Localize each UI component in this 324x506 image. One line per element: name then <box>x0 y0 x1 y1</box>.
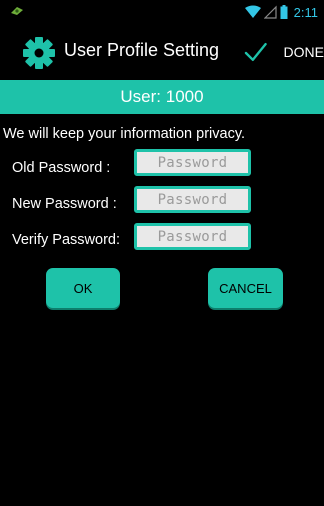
new-password-label: New Password : <box>12 196 117 212</box>
notification-icon <box>11 7 23 15</box>
status-time: 2:11 <box>293 4 318 20</box>
user-header: User: 1000 <box>0 80 324 114</box>
verify-password-input[interactable] <box>134 223 251 250</box>
ok-button[interactable]: OK <box>46 268 120 308</box>
new-password-input[interactable] <box>134 186 251 213</box>
old-password-label: Old Password : <box>12 160 111 176</box>
battery-icon <box>280 5 288 19</box>
gear-icon <box>23 37 55 69</box>
signal-icon <box>263 5 277 19</box>
check-icon <box>244 42 267 62</box>
status-bar: 2:11 <box>0 0 324 24</box>
app-title: User Profile Setting <box>64 40 220 60</box>
verify-password-label: Verify Password: <box>12 232 120 248</box>
done-button[interactable]: DONE <box>240 30 324 74</box>
cancel-button[interactable]: CANCEL <box>208 268 283 308</box>
old-password-input[interactable] <box>134 149 251 176</box>
action-bar: User Profile Setting DONE <box>0 24 324 80</box>
privacy-note: We will keep your information privacy. <box>3 126 246 142</box>
done-label: DONE <box>283 44 324 60</box>
status-icons: 2:11 <box>244 2 318 22</box>
wifi-icon <box>244 5 261 18</box>
